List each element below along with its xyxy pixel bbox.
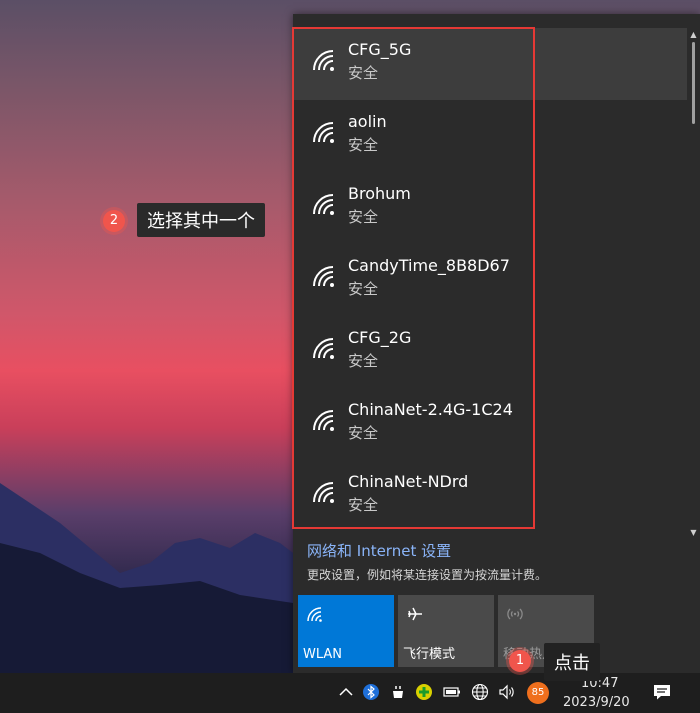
network-list-highlight bbox=[292, 27, 535, 529]
step-2-badge: 2 bbox=[103, 210, 125, 232]
wifi-icon bbox=[307, 607, 322, 622]
scroll-thumb[interactable] bbox=[692, 42, 695, 124]
step-1-badge: 1 bbox=[509, 650, 531, 672]
step-1-callout: 点击 bbox=[544, 643, 600, 681]
bluetooth-icon[interactable] bbox=[362, 683, 380, 701]
network-settings-link[interactable]: 网络和 Internet 设置 bbox=[307, 540, 451, 561]
wlan-label: WLAN bbox=[303, 647, 343, 662]
hotspot-icon bbox=[507, 608, 523, 620]
wlan-toggle-button[interactable]: WLAN bbox=[298, 595, 394, 667]
security-app-icon[interactable] bbox=[415, 683, 433, 701]
clock-date[interactable]: 2023/9/20 bbox=[563, 695, 630, 710]
airplane-mode-label: 飞行模式 bbox=[403, 647, 456, 662]
action-center-icon[interactable] bbox=[652, 683, 672, 701]
network-globe-icon[interactable] bbox=[471, 683, 489, 701]
wifi-list-scrollbar[interactable]: ▲ ▼ bbox=[687, 28, 700, 540]
network-settings-description: 更改设置，例如将某连接设置为按流量计费。 bbox=[307, 568, 548, 582]
show-hidden-icons-chevron-icon[interactable] bbox=[337, 683, 355, 701]
step-2-callout: 选择其中一个 bbox=[137, 203, 265, 237]
battery-icon[interactable] bbox=[443, 683, 461, 701]
scroll-up-arrow-icon[interactable]: ▲ bbox=[689, 30, 698, 39]
volume-icon[interactable] bbox=[498, 683, 516, 701]
airplane-icon bbox=[408, 607, 422, 621]
app-tray-icon[interactable] bbox=[389, 683, 407, 701]
scroll-down-arrow-icon[interactable]: ▼ bbox=[689, 528, 698, 537]
app-badge-icon[interactable]: 85 bbox=[527, 682, 549, 704]
airplane-mode-button[interactable]: 飞行模式 bbox=[398, 595, 494, 667]
